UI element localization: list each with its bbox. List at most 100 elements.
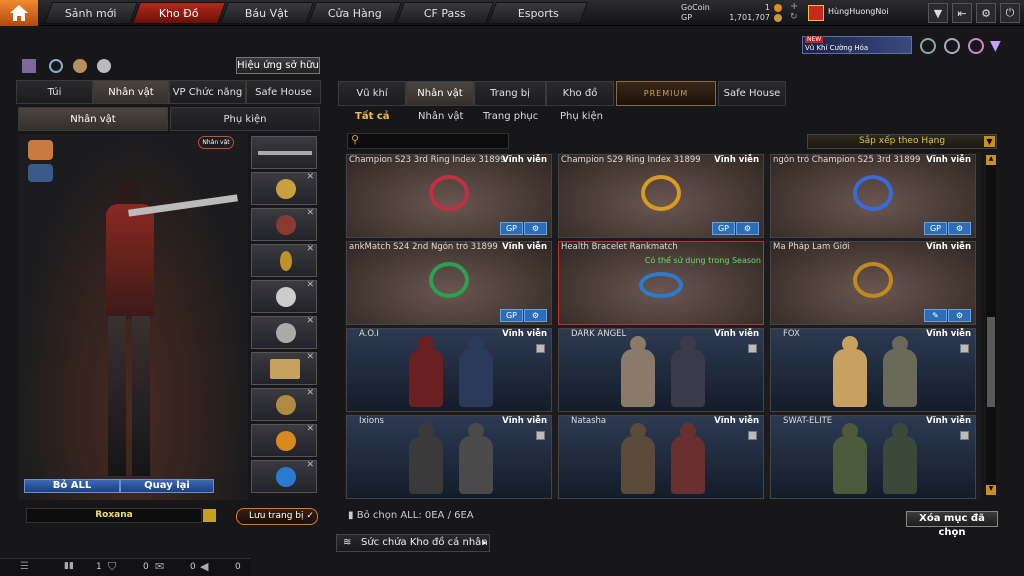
item-card[interactable]: ngón trỏ Champion S25 3rd 31899 Vĩnh viễ…	[770, 154, 976, 238]
subtab-accessory[interactable]: Phụ kiện	[170, 107, 320, 131]
character-preview[interactable]: Nhân vật Bỏ ALL Quay lại	[18, 134, 248, 500]
pose-icon[interactable]	[73, 59, 87, 73]
deselect-all[interactable]: ▮ Bỏ chọn ALL: 0EA / 6EA	[348, 510, 474, 521]
speaker-icon[interactable]: ◀	[200, 560, 208, 573]
equip-slot-6[interactable]: ✕	[251, 352, 317, 385]
trash-icon[interactable]	[748, 431, 757, 440]
equip-slot-9[interactable]: ✕	[251, 460, 317, 493]
equip-slot-5[interactable]: ✕	[251, 316, 317, 349]
item-card[interactable]: Champion S29 Ring Index 31899 Vĩnh viễn …	[558, 154, 764, 238]
nav-treasure[interactable]: Báu Vật	[219, 2, 315, 24]
tab-premium[interactable]: PREMIUM	[616, 81, 716, 106]
remove-all-button[interactable]: Bỏ ALL	[24, 479, 120, 493]
character-card[interactable]: Ixions Vĩnh viễn	[346, 415, 552, 499]
character-badge[interactable]: Nhân vật	[198, 136, 234, 149]
equip-slot-8[interactable]: ✕	[251, 424, 317, 457]
list-icon[interactable]: ☰	[20, 561, 29, 572]
equip-slot-7[interactable]: ✕	[251, 388, 317, 421]
character-card[interactable]: DARK ANGEL Vĩnh viễn	[558, 328, 764, 412]
trash-icon[interactable]	[748, 344, 757, 353]
mask-icon[interactable]	[28, 164, 53, 182]
pet-icon[interactable]	[97, 59, 111, 73]
gear-icon[interactable]: ⚙	[524, 222, 547, 235]
gp-refresh-button[interactable]: GP	[500, 309, 523, 322]
close-icon[interactable]: ✕	[306, 460, 314, 470]
gear-icon[interactable]: ⚙	[736, 222, 759, 235]
gift-icon[interactable]	[22, 59, 36, 73]
save-outfit-button[interactable]: Lưu trang bị ✓	[236, 508, 318, 525]
nav-inventory[interactable]: Kho Đồ	[131, 2, 227, 24]
clan-icon[interactable]: ▼	[928, 3, 948, 23]
scroll-down-icon[interactable]: ▼	[986, 485, 996, 495]
edit-button[interactable]: ✎	[924, 309, 947, 322]
search-input[interactable]: ⚲	[347, 133, 509, 149]
gp-refresh-button[interactable]: GP	[712, 222, 735, 235]
trash-icon[interactable]	[536, 344, 545, 353]
equip-slot-4[interactable]: ✕	[251, 280, 317, 313]
character-type-icon[interactable]	[28, 140, 53, 160]
home-button[interactable]	[0, 0, 38, 26]
close-icon[interactable]: ✕	[306, 424, 314, 434]
event-icon-2[interactable]	[944, 38, 960, 54]
item-card[interactable]: Champion S23 3rd Ring Index 31899 Vĩnh v…	[346, 154, 552, 238]
nav-lobby[interactable]: Sảnh mới	[43, 2, 139, 24]
equip-slot-2[interactable]: ✕	[251, 208, 317, 241]
gear-icon[interactable]: ⚙	[976, 3, 996, 23]
equip-slot-1[interactable]: ✕	[251, 172, 317, 205]
character-name-field[interactable]: Roxana	[26, 508, 202, 523]
storage-capacity-button[interactable]: ≋ Sức chứa Kho đồ cá nhân ▸	[336, 534, 490, 552]
back-button[interactable]: Quay lại	[120, 479, 214, 493]
effects-button[interactable]: Hiệu ứng sở hữu	[236, 57, 320, 74]
filter-all[interactable]: Tất cả	[355, 111, 390, 122]
add-gocoin-icon[interactable]: +	[790, 1, 798, 12]
exit-icon[interactable]: ⇤	[952, 3, 972, 23]
equip-slot-weapon[interactable]	[251, 136, 317, 169]
promo-banner[interactable]: NEW Vũ Khí Cường Hóa	[802, 36, 912, 54]
scroll-thumb[interactable]	[987, 317, 995, 407]
close-icon[interactable]: ✕	[306, 316, 314, 326]
close-icon[interactable]: ✕	[306, 388, 314, 398]
filter-character[interactable]: Nhân vật	[418, 111, 463, 122]
menu-icon[interactable]	[203, 509, 216, 522]
refresh-icon[interactable]: ↻	[790, 12, 798, 22]
item-card[interactable]: Ma Pháp Lam Giới Vĩnh viễn ✎ ⚙	[770, 241, 976, 325]
character-card[interactable]: SWAT-ELITE Vĩnh viễn	[770, 415, 976, 499]
tab-bag[interactable]: Túi	[16, 80, 93, 104]
shield-icon[interactable]: ⛉	[108, 560, 116, 574]
tab-equipment[interactable]: Trang bị	[474, 81, 546, 106]
trash-icon[interactable]	[536, 431, 545, 440]
close-icon[interactable]: ✕	[306, 244, 314, 254]
gp-refresh-button[interactable]: GP	[924, 222, 947, 235]
close-icon[interactable]: ✕	[306, 280, 314, 290]
nav-shop[interactable]: Cửa Hàng	[307, 2, 403, 24]
tab-safehouse-right[interactable]: Safe House	[718, 81, 786, 106]
close-icon[interactable]: ✕	[306, 352, 314, 362]
item-card[interactable]: Health Bracelet Rankmatch Có thể sử dụng…	[558, 241, 764, 325]
trash-icon[interactable]	[960, 431, 969, 440]
subtab-character[interactable]: Nhân vật	[18, 107, 168, 131]
gear-icon[interactable]: ⚙	[948, 222, 971, 235]
chat-icon[interactable]: ✉	[155, 560, 164, 573]
filter-accessory[interactable]: Phụ kiện	[560, 111, 603, 122]
close-icon[interactable]: ✕	[306, 172, 314, 182]
item-card[interactable]: ankMatch S24 2nd Ngón trỏ 31899 Vĩnh viễ…	[346, 241, 552, 325]
scroll-up-icon[interactable]: ▲	[986, 155, 996, 165]
power-icon[interactable]: ⏻	[1000, 3, 1020, 23]
character-card[interactable]: Natasha Vĩnh viễn	[558, 415, 764, 499]
filter-outfit[interactable]: Trang phục	[483, 111, 538, 122]
nav-esports[interactable]: Esports	[487, 2, 589, 24]
friends-icon[interactable]: ▮▮	[64, 561, 74, 571]
scrollbar[interactable]: ▲ ▼	[986, 155, 996, 495]
gear-icon[interactable]: ⚙	[948, 309, 971, 322]
tab-storage[interactable]: Kho đồ	[546, 81, 614, 106]
equip-slot-3[interactable]: ✕	[251, 244, 317, 277]
gear-icon[interactable]: ⚙	[524, 309, 547, 322]
tab-safehouse[interactable]: Safe House	[246, 80, 321, 104]
close-icon[interactable]: ✕	[306, 208, 314, 218]
trash-icon[interactable]	[960, 344, 969, 353]
tab-function[interactable]: VP Chức năng	[169, 80, 246, 104]
delete-selected-button[interactable]: Xóa mục đã chọn	[906, 511, 998, 538]
vip-icon[interactable]: ▼	[990, 38, 1001, 54]
character-card[interactable]: A.O.I Vĩnh viễn	[346, 328, 552, 412]
tab-character[interactable]: Nhân vật	[93, 80, 169, 104]
